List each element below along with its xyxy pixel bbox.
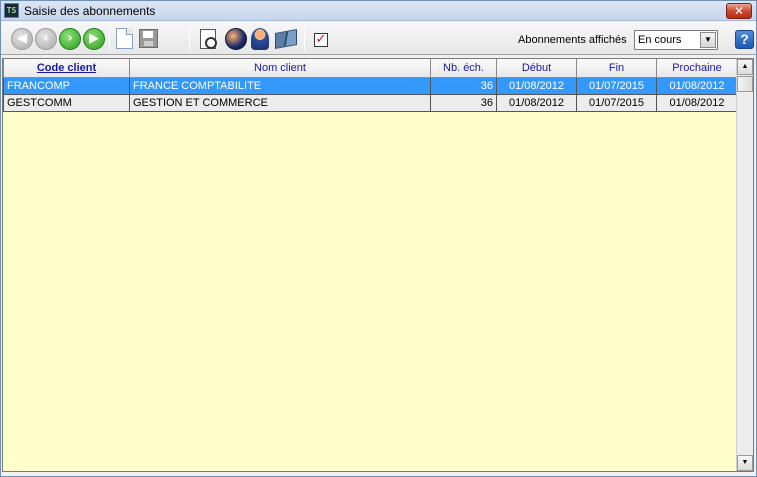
help-button[interactable]: ? bbox=[735, 30, 754, 49]
scroll-up-icon[interactable]: ▲ bbox=[737, 59, 753, 75]
chevron-down-icon[interactable]: ▼ bbox=[700, 32, 716, 48]
filter-label: Abonnements affichés bbox=[518, 34, 627, 46]
table-row[interactable]: FRANCOMP FRANCE COMPTABILITE 36 01/08/20… bbox=[3, 76, 738, 95]
last-record-icon[interactable]: ▶ bbox=[83, 28, 105, 50]
window-title: Saisie des abonnements bbox=[24, 4, 156, 18]
toolbar: ◀ ‹ › ▶ ✓ Abonnements affichés En cours … bbox=[1, 22, 756, 55]
column-header-nb-ech[interactable]: Nb. éch. bbox=[430, 59, 497, 78]
cell-fin[interactable]: 01/07/2015 bbox=[576, 76, 657, 95]
cell-nb-ech[interactable]: 36 bbox=[430, 76, 497, 95]
save-icon[interactable] bbox=[139, 29, 158, 48]
column-header-code-client[interactable]: Code client bbox=[3, 59, 130, 78]
cell-nom-client[interactable]: GESTION ET COMMERCE bbox=[129, 93, 431, 112]
cell-prochaine[interactable]: 01/08/2012 bbox=[656, 76, 738, 95]
table-header-row: Code client Nom client Nb. éch. Début Fi… bbox=[3, 59, 738, 78]
person-icon[interactable] bbox=[251, 28, 269, 50]
next-record-icon[interactable]: › bbox=[59, 28, 81, 50]
first-record-icon[interactable]: ◀ bbox=[11, 28, 33, 50]
column-header-fin[interactable]: Fin bbox=[576, 59, 657, 78]
cell-debut[interactable]: 01/08/2012 bbox=[496, 93, 577, 112]
cell-nom-client[interactable]: FRANCE COMPTABILITE bbox=[129, 76, 431, 95]
subscriptions-table: Code client Nom client Nb. éch. Début Fi… bbox=[3, 59, 738, 112]
people-icon[interactable] bbox=[225, 28, 247, 50]
table-row[interactable]: GESTCOMM GESTION ET COMMERCE 36 01/08/20… bbox=[3, 93, 738, 112]
vertical-scrollbar[interactable]: ▲ ▼ bbox=[736, 59, 753, 471]
subscriptions-window: TS Saisie des abonnements ✕ ◀ ‹ › ▶ ✓ Ab… bbox=[0, 0, 757, 477]
cell-fin[interactable]: 01/07/2015 bbox=[576, 93, 657, 112]
close-button[interactable]: ✕ bbox=[726, 3, 752, 19]
column-header-prochaine[interactable]: Prochaine bbox=[656, 59, 738, 78]
book-icon[interactable] bbox=[275, 29, 297, 49]
cell-debut[interactable]: 01/08/2012 bbox=[496, 76, 577, 95]
cell-code-client[interactable]: FRANCOMP bbox=[3, 76, 130, 95]
filter-select-value: En cours bbox=[638, 34, 682, 46]
cell-prochaine[interactable]: 01/08/2012 bbox=[656, 93, 738, 112]
cell-nb-ech[interactable]: 36 bbox=[430, 93, 497, 112]
new-document-icon[interactable] bbox=[116, 28, 133, 49]
cell-code-client[interactable]: GESTCOMM bbox=[3, 93, 130, 112]
app-icon: TS bbox=[4, 3, 19, 18]
print-preview-icon[interactable] bbox=[200, 29, 217, 49]
toolbar-separator bbox=[304, 27, 305, 51]
toolbar-separator bbox=[189, 27, 190, 51]
scroll-thumb[interactable] bbox=[737, 76, 753, 92]
column-header-nom-client[interactable]: Nom client bbox=[129, 59, 431, 78]
toolbar-separator bbox=[109, 27, 110, 51]
scroll-down-icon[interactable]: ▼ bbox=[737, 455, 753, 471]
title-bar[interactable]: TS Saisie des abonnements ✕ bbox=[1, 1, 756, 21]
filter-select[interactable]: En cours ▼ bbox=[634, 30, 718, 50]
subscriptions-grid: Code client Nom client Nb. éch. Début Fi… bbox=[2, 58, 754, 472]
column-header-debut[interactable]: Début bbox=[496, 59, 577, 78]
checkbox-icon[interactable]: ✓ bbox=[314, 33, 328, 47]
previous-record-icon[interactable]: ‹ bbox=[35, 28, 57, 50]
